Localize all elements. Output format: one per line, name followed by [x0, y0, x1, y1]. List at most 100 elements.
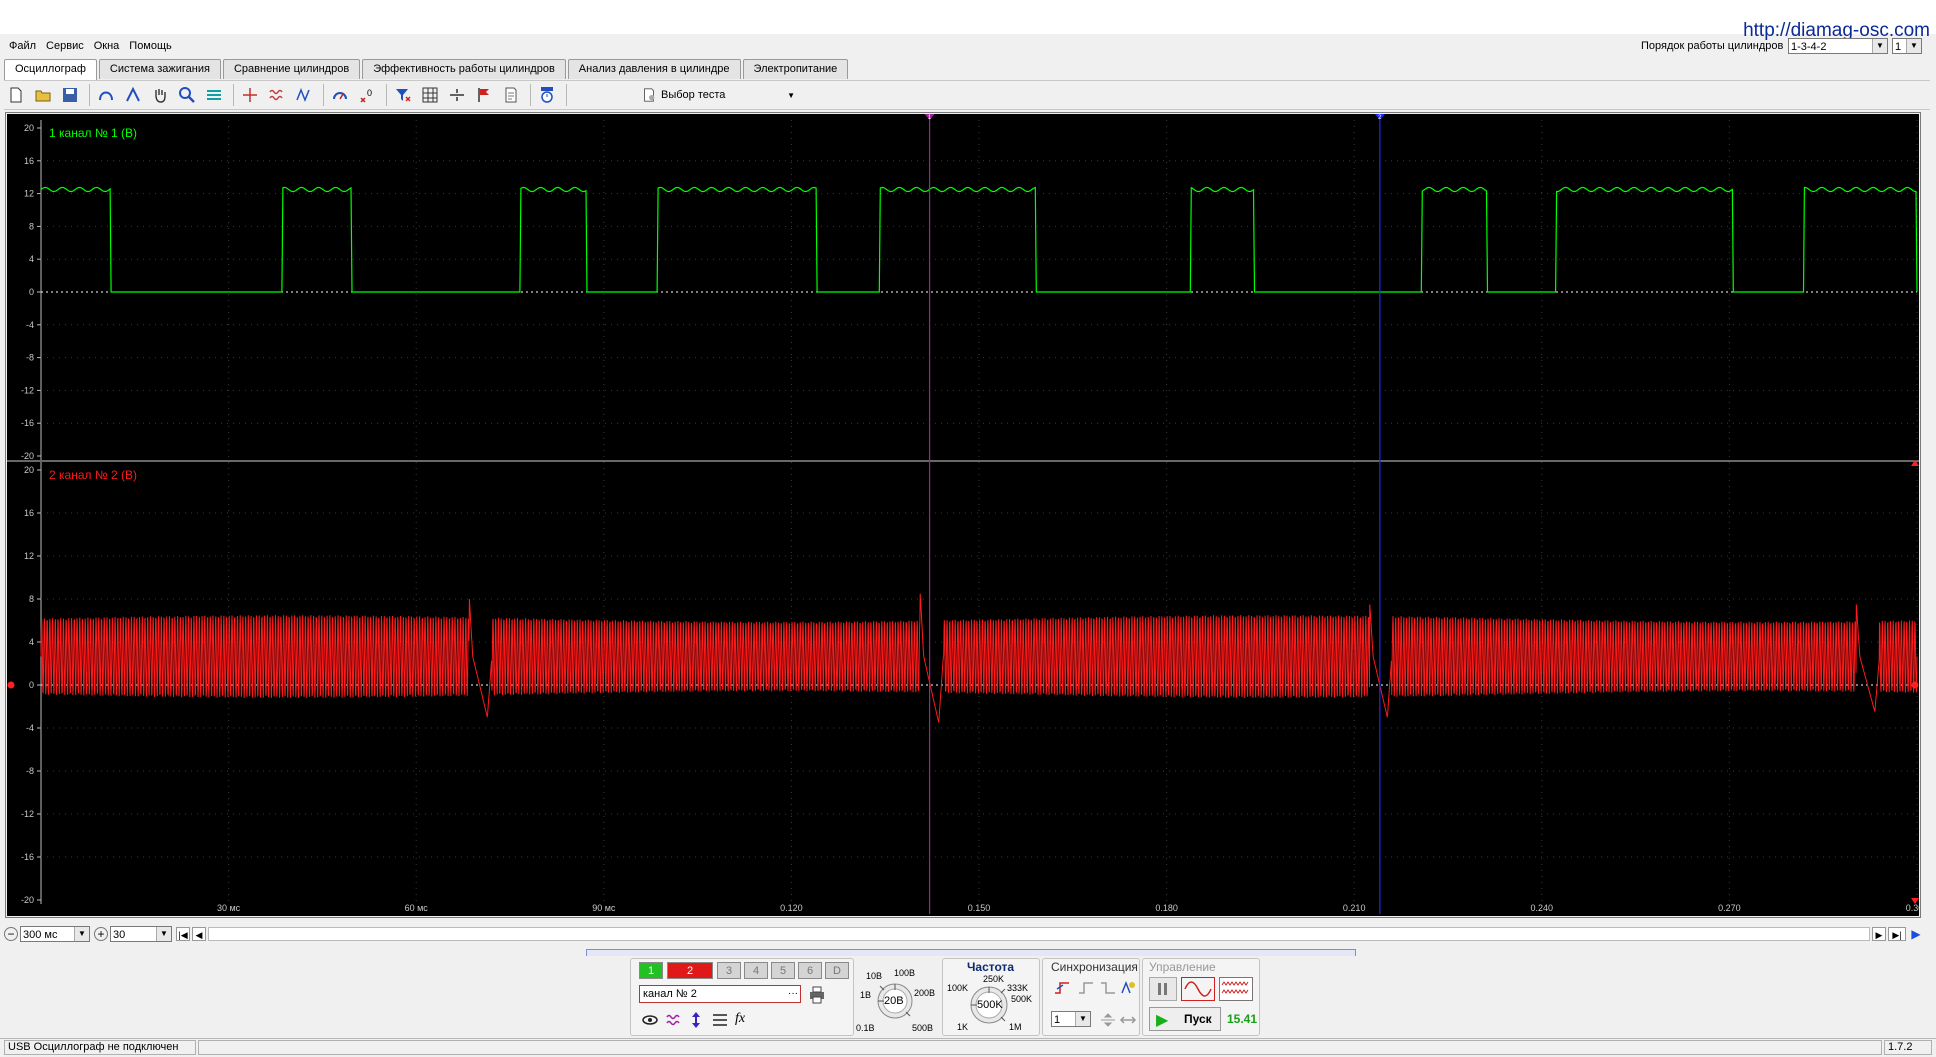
- jump-end-icon[interactable]: ▶|: [1888, 927, 1906, 941]
- oscilloscope-display[interactable]: 20 16 12 8 4 0 -4 -8 -12 -16 -20 1 канал № 1 (В) 20 1…: [7, 114, 1928, 916]
- auto-trigger-icon[interactable]: [1119, 979, 1137, 997]
- single-wave-button[interactable]: [1181, 977, 1215, 1001]
- menu-service[interactable]: Сервис: [41, 38, 89, 54]
- new-file-button[interactable]: [4, 83, 28, 107]
- zero-offset-button[interactable]: 0: [355, 83, 379, 107]
- channel-5-button[interactable]: 5: [771, 962, 795, 979]
- pan-tool-button[interactable]: [148, 83, 172, 107]
- more-icon[interactable]: ···: [788, 986, 798, 1002]
- tab-ignition[interactable]: Система зажигания: [98, 59, 221, 79]
- channel-3-button[interactable]: 3: [717, 962, 741, 979]
- grid-icon: [422, 87, 438, 103]
- trigger-down-icon[interactable]: [1099, 979, 1117, 997]
- document-icon: [505, 87, 517, 103]
- y-tick-label: -4: [26, 320, 34, 330]
- trigger-up-icon[interactable]: [1077, 979, 1095, 997]
- auto-scale-button[interactable]: [202, 83, 226, 107]
- filter-button[interactable]: [391, 83, 415, 107]
- test-select[interactable]: Выбор теста ▼: [641, 85, 797, 105]
- cylinder-index-select[interactable]: 1 ▼: [1892, 38, 1922, 54]
- split-button[interactable]: [445, 83, 469, 107]
- panel-drawer-handle[interactable]: [586, 949, 1356, 956]
- report-button[interactable]: [499, 83, 523, 107]
- waves-button[interactable]: [265, 83, 289, 107]
- start-button[interactable]: ▶ Пуск: [1149, 1007, 1221, 1031]
- control-group: Управление ▶ Пуск 15.41: [1142, 958, 1260, 1036]
- tab-cylinder-compare[interactable]: Сравнение цилиндров: [222, 59, 361, 79]
- y-tick-label: -12: [21, 385, 34, 395]
- split-icon: [450, 89, 464, 101]
- sync-group: Синхронизация 1 ▼: [1042, 958, 1140, 1036]
- x-tick-label: 90 мс: [592, 903, 616, 913]
- channel-1-button[interactable]: 1: [639, 962, 663, 979]
- marker-button[interactable]: [472, 83, 496, 107]
- channel-name-value: канал № 2: [643, 988, 697, 1000]
- step-back-icon[interactable]: ◀: [192, 927, 206, 941]
- menu-help[interactable]: Помощь: [124, 38, 177, 54]
- cylinder-order-select[interactable]: 1-3-4-2 ▼: [1788, 38, 1888, 54]
- auto-button[interactable]: [535, 83, 559, 107]
- zoom-value: 30: [113, 929, 126, 941]
- jump-start-icon[interactable]: |◀: [176, 927, 190, 941]
- zoom-in-icon[interactable]: +: [94, 927, 108, 941]
- chevron-down-icon: ▼: [1872, 39, 1887, 53]
- overlay-icon: [296, 87, 310, 103]
- voltage-mark: 0.1В: [856, 1023, 875, 1033]
- printer-icon[interactable]: [807, 985, 827, 1005]
- channel-2-button[interactable]: 2: [667, 962, 713, 979]
- eye-icon[interactable]: [641, 1011, 659, 1029]
- y-tick-label: -4: [26, 723, 34, 733]
- function-icon[interactable]: fx: [735, 1011, 745, 1027]
- rising-edge-icon[interactable]: [1053, 979, 1071, 997]
- sync-channel-select[interactable]: 1 ▼: [1051, 1011, 1091, 1027]
- menu-windows[interactable]: Окна: [89, 38, 125, 54]
- channel-label: 1 канал № 1 (В): [49, 126, 137, 140]
- tab-oscilloscope[interactable]: Осциллограф: [4, 59, 97, 80]
- step-forward-icon[interactable]: ▶: [1872, 927, 1886, 941]
- magnifier-icon: [179, 87, 195, 103]
- zoom-select[interactable]: 30 ▼: [110, 926, 172, 942]
- lasso-tool-button[interactable]: [94, 83, 118, 107]
- channel-6-button[interactable]: 6: [798, 962, 822, 979]
- version-label: 1.7.2: [1884, 1040, 1932, 1055]
- channel-4-button[interactable]: 4: [744, 962, 768, 979]
- play-forward-icon[interactable]: ▶: [1908, 927, 1924, 941]
- hand-icon: [155, 89, 166, 103]
- time-scrollbar[interactable]: [208, 927, 1870, 941]
- overlay-button[interactable]: [292, 83, 316, 107]
- grid-button[interactable]: [418, 83, 442, 107]
- tab-cylinder-efficiency[interactable]: Эффективность работы цилиндров: [362, 59, 566, 79]
- zoom-out-icon[interactable]: −: [4, 927, 18, 941]
- sync-level-icon[interactable]: [1099, 1011, 1117, 1029]
- y-tick-label: 4: [29, 637, 34, 647]
- oscilloscope-plot[interactable]: 20 16 12 8 4 0 -4 -8 -12 -16 -20 1 канал № 1 (В) 20 1…: [7, 114, 1928, 916]
- x-tick-label: 0.150: [968, 903, 991, 913]
- y-tick-label: 8: [29, 221, 34, 231]
- pause-button[interactable]: [1149, 977, 1177, 1001]
- cylinder-index-value: 1: [1895, 41, 1902, 53]
- timebase-select[interactable]: 300 мс ▼: [20, 926, 90, 942]
- offset-arrows-icon[interactable]: [687, 1011, 705, 1029]
- auto-scale-icon: [207, 90, 221, 100]
- tab-pressure-analysis[interactable]: Анализ давления в цилиндре: [567, 59, 741, 79]
- trigger-kpa-button[interactable]: [328, 83, 352, 107]
- tab-bar: Осциллограф Система зажигания Сравнение …: [4, 59, 850, 80]
- channel-name-field[interactable]: канал № 2 ···: [639, 985, 801, 1003]
- channel-digital-button[interactable]: D: [825, 962, 849, 979]
- measure-tool-button[interactable]: [121, 83, 145, 107]
- chevron-down-icon: ▼: [74, 927, 89, 941]
- save-button[interactable]: [58, 83, 82, 107]
- start-label: Пуск: [1184, 1012, 1212, 1026]
- voltage-mark: 10В: [866, 971, 883, 981]
- open-file-button[interactable]: [31, 83, 55, 107]
- frequency-knob-value: 500K: [977, 999, 1003, 1011]
- invert-icon[interactable]: [665, 1011, 683, 1029]
- sync-delay-icon[interactable]: [1119, 1011, 1137, 1029]
- zoom-tool-button[interactable]: [175, 83, 199, 107]
- continuous-wave-button[interactable]: [1219, 977, 1253, 1001]
- lines-icon[interactable]: [711, 1011, 729, 1029]
- timebase-value: 300 мс: [23, 929, 58, 941]
- tab-power-supply[interactable]: Электропитание: [742, 59, 849, 79]
- cursor-tool-button[interactable]: [238, 83, 262, 107]
- menu-file[interactable]: Файл: [4, 38, 41, 54]
